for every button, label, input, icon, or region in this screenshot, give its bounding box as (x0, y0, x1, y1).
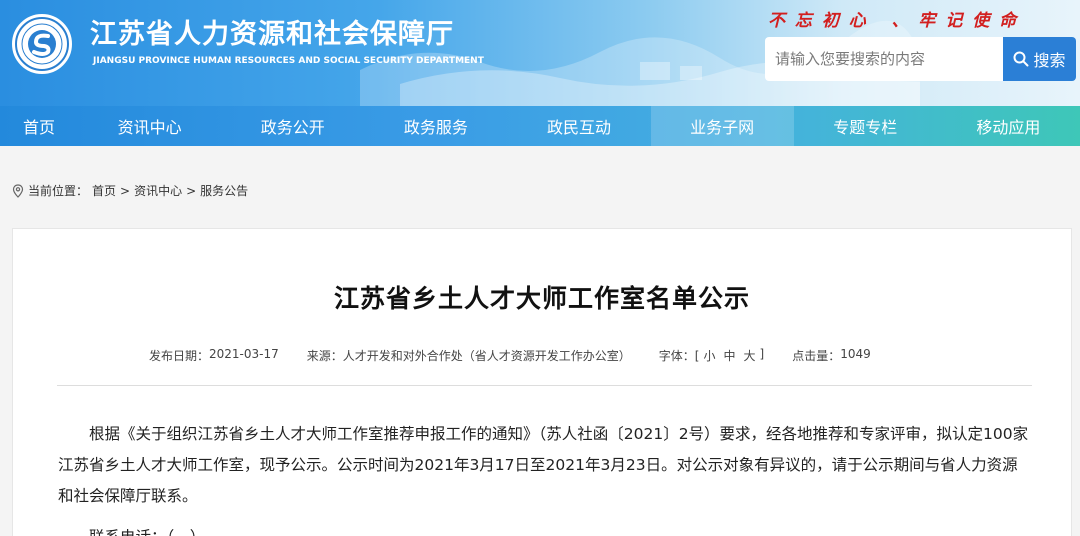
emblem-icon (15, 17, 69, 71)
breadcrumb-separator: > (120, 183, 131, 198)
article-panel: 江苏省乡土人才大师工作室名单公示 发布日期： 2021-03-17 来源： 人才开发… (12, 228, 1072, 536)
hit-count-label: 点击量： (792, 349, 841, 363)
site-subtitle: JIANGSU PROVINCE HUMAN RESOURCES AND SOC… (93, 56, 484, 66)
nav-interaction[interactable]: 政民互动 (507, 106, 650, 146)
article-source-value: 人才开发和对外合作处（省人才资源开发工作办公室） (342, 349, 631, 363)
breadcrumb-home[interactable]: 首页 (92, 182, 116, 199)
nav-business-subsites[interactable]: 业务子网 (650, 106, 794, 146)
nav-news-center[interactable]: 资讯中心 (78, 106, 221, 146)
nav-special-topics[interactable]: 专题专栏 (794, 106, 937, 146)
breadcrumb-prefix: 当前位置： (28, 184, 89, 198)
hit-count-value: 1049 (840, 347, 871, 361)
search-icon (1013, 51, 1029, 67)
slogan: 不 忘 初 心 、 牢 记 使 命 (768, 11, 1019, 31)
publish-date: 发布日期： 2021-03-17 (149, 347, 279, 364)
site-title: 江苏省人力资源和社会保障厅 (90, 19, 454, 50)
main-nav: 首页 资讯中心 政务公开 政务服务 政民互动 业务子网 专题专栏 移动应用 (0, 106, 1080, 146)
nav-government-services[interactable]: 政务服务 (364, 106, 507, 146)
font-size-small[interactable]: 小 (703, 347, 715, 364)
breadcrumb-separator: > (186, 183, 197, 198)
article-source-label: 来源： (306, 349, 343, 363)
publish-date-label: 发布日期： (149, 349, 210, 363)
article-source: 来源： 人才开发和对外合作处（省人才资源开发工作办公室） (307, 347, 631, 364)
breadcrumb: 当前位置： 首页 > 资讯中心 > 服务公告 (12, 182, 248, 199)
font-size-switcher: 字体：[ 小 中 大 ] (659, 347, 764, 364)
font-size-close: ] (759, 347, 765, 361)
divider (57, 385, 1032, 386)
contact-line: 联系电话：（…）… (58, 522, 1033, 536)
search-input[interactable] (765, 37, 1005, 81)
nav-government-affairs[interactable]: 政务公开 (221, 106, 364, 146)
nav-home[interactable]: 首页 (0, 106, 78, 146)
article-meta: 发布日期： 2021-03-17 来源： 人才开发和对外合作处（省人才资源开发工作办… (149, 347, 871, 364)
breadcrumb-service-notices[interactable]: 服务公告 (200, 182, 248, 199)
publish-date-value: 2021-03-17 (209, 347, 279, 361)
site-logo[interactable] (12, 14, 72, 74)
hit-count: 点击量： 1049 (792, 347, 871, 364)
search-button[interactable]: 搜索 (1003, 37, 1076, 81)
breadcrumb-news-center[interactable]: 资讯中心 (134, 182, 182, 199)
font-size-label: 字体：[ (658, 349, 700, 363)
location-pin-icon (12, 183, 24, 198)
search-button-label: 搜索 (1033, 51, 1066, 70)
article-paragraph: 根据《关于组织江苏省乡土人才大师工作室推荐申报工作的通知》（苏人社函〔2021〕… (58, 425, 1029, 505)
font-size-medium[interactable]: 中 (724, 347, 736, 364)
article-body: 根据《关于组织江苏省乡土人才大师工作室推荐申报工作的通知》（苏人社函〔2021〕… (58, 419, 1033, 536)
article-title: 江苏省乡土人才大师工作室名单公示 (333, 284, 750, 313)
site-header: 江苏省人力资源和社会保障厅 JIANGSU PROVINCE HUMAN RES… (0, 0, 1080, 106)
nav-mobile-apps[interactable]: 移动应用 (937, 106, 1080, 146)
font-size-large[interactable]: 大 (744, 347, 756, 364)
